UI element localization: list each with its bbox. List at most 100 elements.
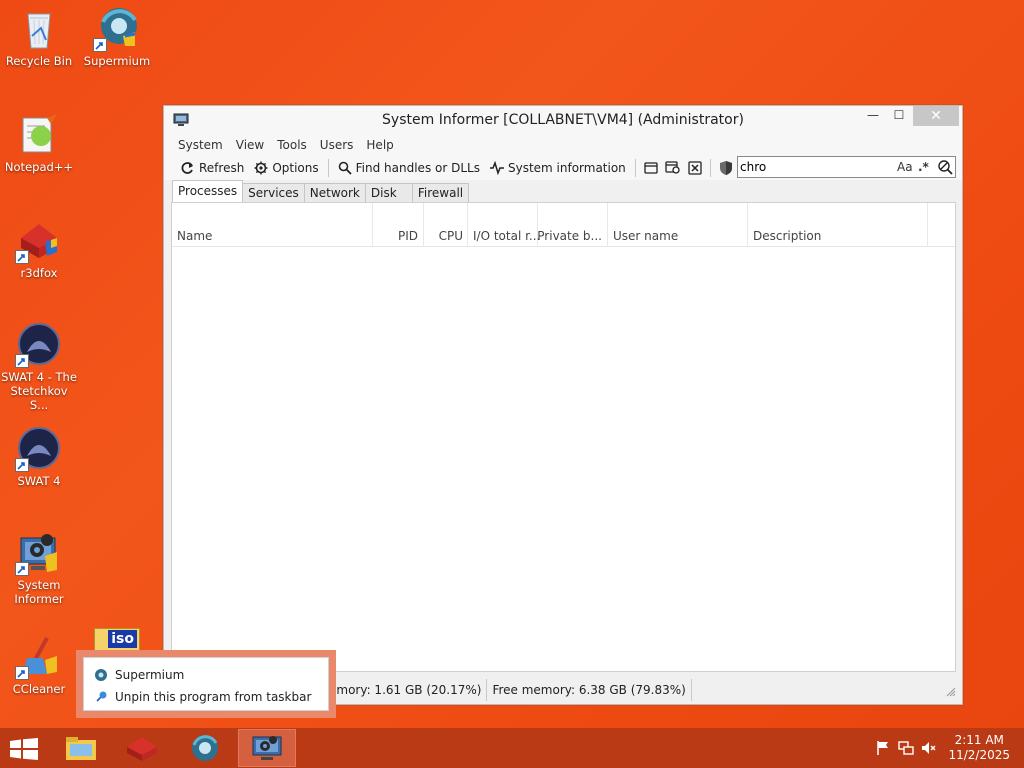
- tab-services[interactable]: Services: [242, 183, 305, 202]
- action-center-flag-icon[interactable]: [875, 740, 891, 756]
- iso-label: iso: [108, 630, 137, 648]
- taskbar-r3dfox[interactable]: [113, 729, 171, 767]
- desktop-icon-label: SWAT 4 - The Stetchkov S...: [1, 370, 77, 412]
- process-list[interactable]: Name PID CPU I/O total r... Private b...…: [171, 202, 956, 672]
- search-input[interactable]: [740, 158, 890, 176]
- search-box[interactable]: Aa .*: [737, 156, 956, 178]
- supermium-icon: [95, 669, 107, 681]
- column-user-name[interactable]: User name: [608, 203, 748, 247]
- window-title: System Informer [COLLABNET\VM4] (Adminis…: [382, 112, 744, 128]
- desktop-icon-ccleaner[interactable]: CCleaner: [0, 634, 78, 696]
- system-informer-window: System Informer [COLLABNET\VM4] (Adminis…: [163, 105, 963, 705]
- swat4-icon: [15, 322, 61, 368]
- tab-processes[interactable]: Processes: [172, 180, 244, 202]
- desktop-icon-swat4[interactable]: SWAT 4: [0, 426, 78, 488]
- desktop-icon-supermium[interactable]: Supermium: [78, 6, 156, 68]
- column-private-bytes[interactable]: Private b...: [537, 203, 608, 247]
- taskbar-jumplist: Supermium Unpin this program from taskba…: [76, 650, 336, 718]
- network-icon[interactable]: [898, 740, 914, 756]
- column-pid[interactable]: PID: [373, 203, 424, 247]
- tab-network[interactable]: Network: [303, 183, 366, 202]
- jumplist-item-supermium[interactable]: Supermium: [84, 664, 328, 686]
- search-icon: [338, 161, 352, 175]
- shortcut-arrow-icon: [15, 666, 29, 680]
- find-window-button[interactable]: [662, 158, 684, 178]
- column-header-row: Name PID CPU I/O total r... Private b...…: [172, 203, 955, 247]
- desktop-icon-label: r3dfox: [20, 266, 58, 280]
- menu-system[interactable]: System: [178, 138, 231, 152]
- volume-muted-icon[interactable]: [921, 740, 937, 756]
- jumplist-item-unpin[interactable]: Unpin this program from taskbar: [84, 686, 328, 708]
- close-button[interactable]: ✕: [913, 106, 959, 126]
- column-label: CPU: [438, 229, 463, 243]
- resize-grip-icon[interactable]: [946, 686, 956, 700]
- refresh-button[interactable]: Refresh: [176, 158, 249, 178]
- options-button[interactable]: Options: [249, 158, 323, 178]
- window-titlebar[interactable]: System Informer [COLLABNET\VM4] (Adminis…: [164, 106, 962, 134]
- desktop-icon-label: System Informer: [14, 578, 64, 606]
- desktop-icon-recycle-bin[interactable]: Recycle Bin: [0, 6, 78, 68]
- maximize-button[interactable]: ☐: [886, 106, 912, 126]
- start-button[interactable]: [10, 738, 38, 763]
- options-label: Options: [272, 161, 319, 175]
- taskbar-clock[interactable]: 2:11 AM 11/2/2025: [948, 733, 1010, 763]
- menu-tools[interactable]: Tools: [277, 138, 315, 152]
- minimize-button[interactable]: —: [860, 106, 886, 126]
- find-handles-button[interactable]: Find handles or DLLs: [333, 158, 485, 178]
- system-informer-icon: [15, 530, 61, 576]
- column-label: I/O total r...: [473, 229, 541, 243]
- unpin-icon: [96, 691, 107, 702]
- desktop-icon-swat4-stetchkov[interactable]: SWAT 4 - The Stetchkov S...: [0, 322, 78, 412]
- pulse-icon: [489, 160, 504, 176]
- window-icon-button[interactable]: [640, 158, 662, 178]
- status-free-memory: Free memory: 6.38 GB (79.83%): [487, 679, 692, 701]
- taskbar-supermium[interactable]: [176, 729, 234, 767]
- desktop-icon-label: Supermium: [83, 54, 151, 68]
- shield-button[interactable]: [715, 158, 737, 178]
- toolbar-separator: [327, 159, 329, 177]
- menu-view[interactable]: View: [236, 138, 272, 152]
- windows-logo-icon: [10, 738, 38, 760]
- column-name[interactable]: Name: [172, 203, 373, 247]
- clear-search-icon[interactable]: [937, 159, 953, 178]
- menu-help[interactable]: Help: [366, 138, 401, 152]
- find-window-icon: [665, 161, 680, 174]
- column-label: Description: [753, 229, 822, 243]
- r3dfox-icon: [127, 737, 157, 761]
- system-information-button[interactable]: System information: [485, 158, 631, 178]
- tab-firewall[interactable]: Firewall: [411, 183, 470, 202]
- column-io-total[interactable]: I/O total r...: [468, 203, 541, 247]
- jumplist-item-label: Supermium: [115, 668, 185, 682]
- find-handles-label: Find handles or DLLs: [355, 161, 480, 175]
- toolbar-separator: [709, 159, 711, 177]
- desktop-icon-notepadpp[interactable]: Notepad++: [0, 112, 78, 174]
- menu-users[interactable]: Users: [320, 138, 362, 152]
- clock-date: 11/2/2025: [948, 748, 1010, 762]
- system-information-label: System information: [507, 161, 626, 175]
- supermium-icon: [93, 6, 139, 52]
- close-window-button[interactable]: [684, 158, 706, 178]
- refresh-label: Refresh: [199, 161, 245, 175]
- regex-toggle[interactable]: .*: [918, 160, 929, 174]
- shortcut-arrow-icon: [93, 38, 107, 52]
- shortcut-arrow-icon: [15, 562, 29, 576]
- taskbar-system-informer[interactable]: [238, 729, 296, 767]
- system-informer-icon: [252, 736, 282, 760]
- swat4-icon: [15, 426, 61, 472]
- taskbar-file-explorer[interactable]: [52, 729, 110, 767]
- menubar: System View Tools Users Help: [164, 134, 962, 156]
- tab-disk[interactable]: Disk: [364, 183, 413, 202]
- r3dfox-icon: [15, 218, 61, 264]
- desktop-icon-system-informer[interactable]: System Informer: [0, 530, 78, 606]
- shortcut-arrow-icon: [15, 354, 29, 368]
- taskbar: 2:11 AM 11/2/2025: [0, 728, 1024, 768]
- refresh-icon: [181, 161, 195, 175]
- match-case-toggle[interactable]: Aa: [897, 160, 913, 174]
- column-label: PID: [397, 229, 418, 243]
- column-cpu[interactable]: CPU: [424, 203, 468, 247]
- shortcut-arrow-icon: [15, 250, 29, 264]
- column-description[interactable]: Description: [748, 203, 928, 247]
- jumplist-body: Supermium Unpin this program from taskba…: [83, 657, 329, 711]
- clock-time: 2:11 AM: [954, 733, 1004, 747]
- desktop-icon-r3dfox[interactable]: r3dfox: [0, 218, 78, 280]
